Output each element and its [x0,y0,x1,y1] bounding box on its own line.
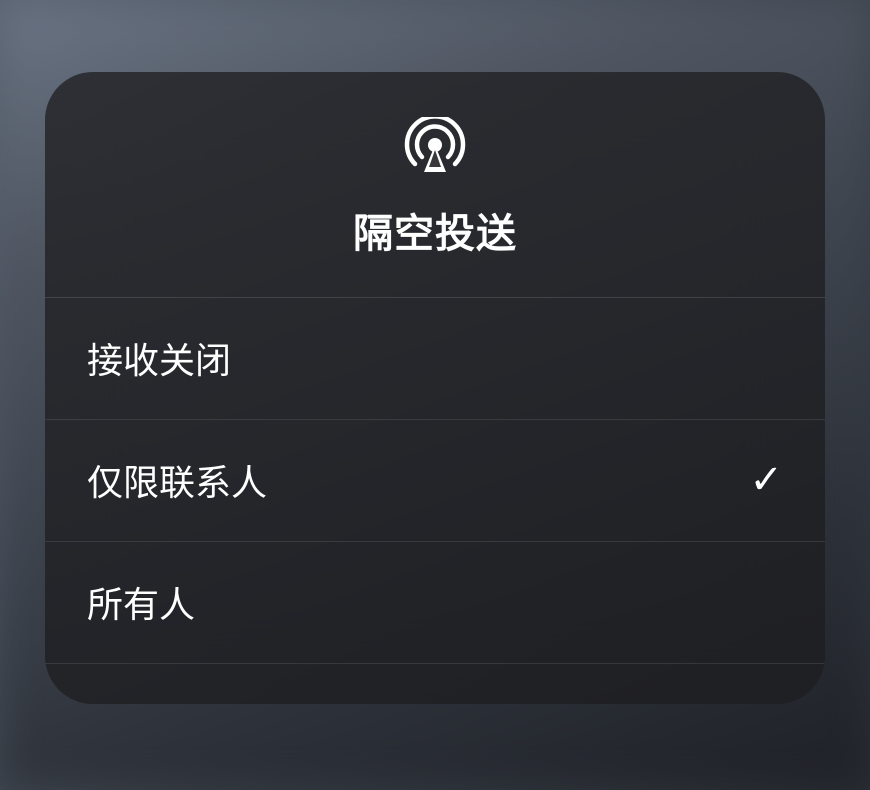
panel-header: 隔空投送 [45,72,825,298]
option-label: 所有人 [87,576,195,628]
airdrop-icon [404,117,466,179]
option-label: 仅限联系人 [87,454,267,506]
checkmark-icon: ✓ [749,457,783,503]
option-label: 接收关闭 [87,332,231,384]
option-contacts-only[interactable]: 仅限联系人 ✓ [45,420,825,542]
panel-title: 隔空投送 [353,201,517,259]
panel-footer [45,664,825,704]
option-receiving-off[interactable]: 接收关闭 [45,298,825,420]
airdrop-settings-panel: 隔空投送 接收关闭 仅限联系人 ✓ 所有人 [45,72,825,704]
option-everyone[interactable]: 所有人 [45,542,825,664]
